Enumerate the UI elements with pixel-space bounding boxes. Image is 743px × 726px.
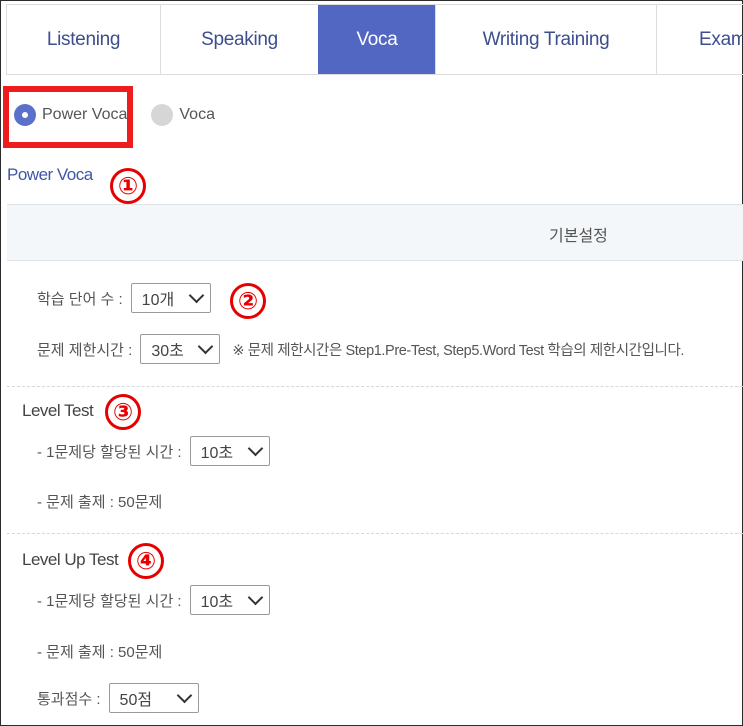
chevron-down-icon xyxy=(176,687,192,704)
radio-voca-label: Voca xyxy=(179,106,215,123)
highlight-box xyxy=(3,86,133,148)
pass-score-select[interactable]: 50점 xyxy=(108,683,199,713)
basic-settings-header: 기본설정 xyxy=(7,204,743,261)
level-up-test-time-select[interactable]: 10초 xyxy=(189,585,270,615)
level-up-test-time-row: - 1문제당 할당된 시간 : 10초 xyxy=(37,585,270,615)
level-test-time-label: - 1문제당 할당된 시간 : xyxy=(37,443,182,461)
level-up-test-title: Level Up Test xyxy=(22,550,119,569)
tab-listening[interactable]: Listening xyxy=(6,5,160,74)
tab-bar: Listening Speaking Voca Writing Training… xyxy=(6,4,743,75)
word-count-row: 학습 단어 수 : 10개 xyxy=(37,283,211,313)
tab-voca[interactable]: Voca xyxy=(318,5,435,74)
word-count-value: 10개 xyxy=(141,292,175,309)
time-limit-select[interactable]: 30초 xyxy=(140,334,221,364)
radio-unchecked-icon[interactable] xyxy=(151,104,174,126)
level-test-time-select[interactable]: 10초 xyxy=(189,436,270,466)
marker-2: ② xyxy=(230,283,266,319)
word-count-label: 학습 단어 수 : xyxy=(37,290,123,308)
word-count-select[interactable]: 10개 xyxy=(130,283,211,313)
level-test-title: Level Test xyxy=(22,401,94,420)
chevron-down-icon xyxy=(247,589,263,606)
basic-settings-header-label: 기본설정 xyxy=(549,228,608,245)
pass-score-value: 50점 xyxy=(119,692,153,709)
marker-4: ④ xyxy=(128,543,164,579)
tab-exam[interactable]: Exam xyxy=(656,5,743,74)
level-up-test-questions: - 문제 출제 : 50문제 xyxy=(37,644,163,661)
level-test-time-row: - 1문제당 할당된 시간 : 10초 xyxy=(37,436,270,466)
section-divider xyxy=(7,386,743,387)
chevron-down-icon xyxy=(198,338,214,355)
pass-score-row: 통과점수 : 50점 xyxy=(37,683,199,713)
time-limit-note: ※ 문제 제한시간은 Step1.Pre-Test, Step5.Word Te… xyxy=(232,342,685,359)
section-divider xyxy=(7,533,743,534)
level-test-questions: - 문제 출제 : 50문제 xyxy=(37,494,163,511)
level-up-test-time-value: 10초 xyxy=(200,594,234,611)
pass-score-label: 통과점수 : xyxy=(37,690,101,708)
tab-speaking[interactable]: Speaking xyxy=(160,5,318,74)
radio-voca[interactable]: Voca xyxy=(151,104,215,126)
time-limit-row: 문제 제한시간 : 30초 ※ 문제 제한시간은 Step1.Pre-Test,… xyxy=(37,334,684,364)
time-limit-label: 문제 제한시간 : xyxy=(37,341,133,359)
time-limit-value: 30초 xyxy=(151,343,184,360)
marker-1: ① xyxy=(110,168,146,204)
level-up-test-time-label: - 1문제당 할당된 시간 : xyxy=(37,592,182,610)
chevron-down-icon xyxy=(247,440,263,457)
chevron-down-icon xyxy=(188,287,204,304)
tab-writing-training[interactable]: Writing Training xyxy=(435,5,656,74)
section-title: Power Voca xyxy=(7,165,93,184)
marker-3: ③ xyxy=(105,394,141,430)
level-test-time-value: 10초 xyxy=(200,445,234,462)
